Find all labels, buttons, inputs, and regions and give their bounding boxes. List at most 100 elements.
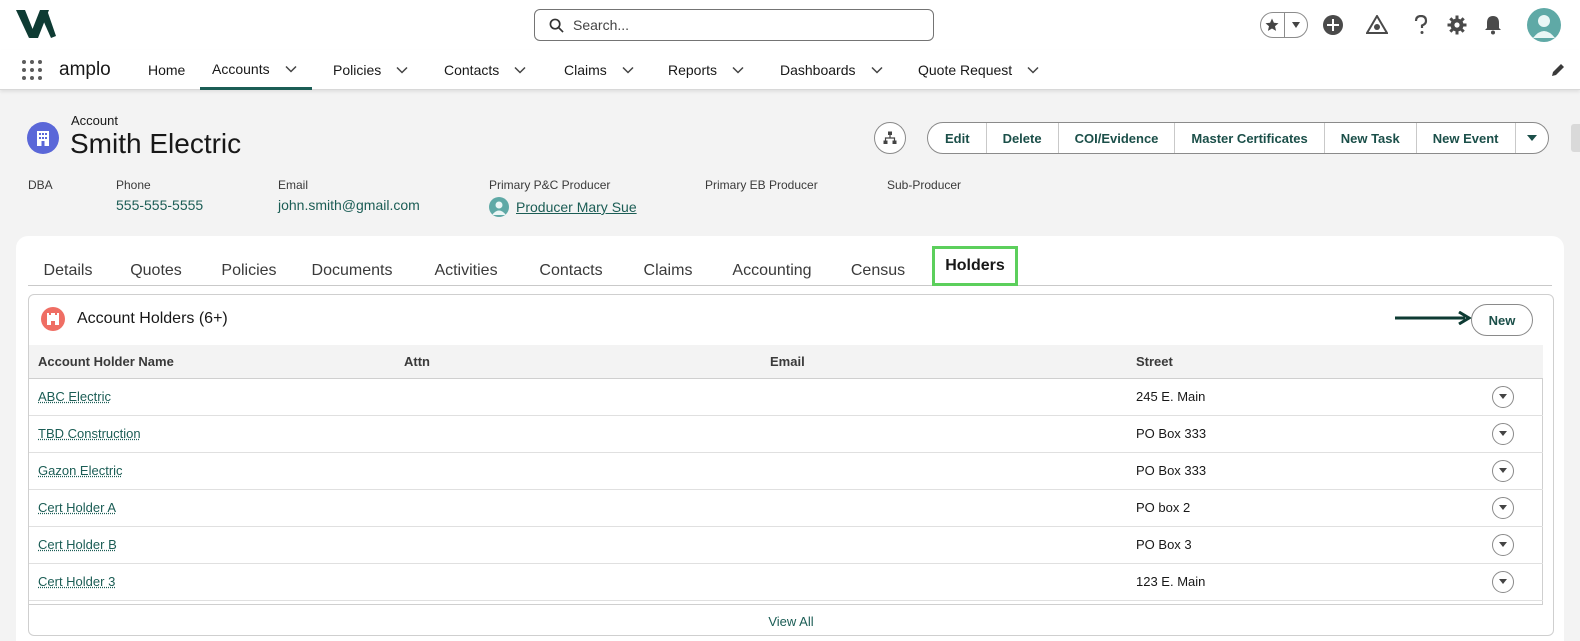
tab-quotes[interactable]: Quotes	[116, 252, 196, 290]
column-header-attn[interactable]: Attn	[395, 345, 761, 379]
app-launcher-icon[interactable]	[20, 58, 44, 82]
new-task-button[interactable]: New Task	[1325, 123, 1417, 153]
chevron-down-icon[interactable]	[284, 62, 298, 76]
table-row: ABC Electric 245 E. Main	[29, 378, 1543, 416]
holder-name-link[interactable]: Cert Holder A	[29, 489, 395, 527]
edit-button[interactable]: Edit	[928, 123, 987, 153]
related-list-title[interactable]: Account Holders (6+)	[77, 310, 228, 328]
user-avatar-icon[interactable]	[1527, 8, 1561, 42]
dba-field: DBA	[28, 178, 53, 197]
star-icon[interactable]	[1261, 13, 1285, 37]
field-label: Phone	[116, 178, 151, 192]
row-actions-menu-icon[interactable]	[1492, 422, 1514, 445]
help-icon[interactable]	[1408, 12, 1434, 38]
row-actions-menu-icon[interactable]	[1492, 459, 1514, 482]
more-actions-button[interactable]	[1516, 123, 1548, 153]
tab-documents[interactable]: Documents	[300, 252, 404, 290]
nav-item-home[interactable]: Home	[148, 50, 185, 90]
view-all-link[interactable]: View All	[29, 605, 1553, 635]
holder-name-link[interactable]: Gazon Electric	[29, 452, 395, 490]
record-type-label: Account	[71, 113, 118, 128]
column-header-email[interactable]: Email	[761, 345, 1127, 379]
edit-nav-pencil-icon[interactable]	[1550, 62, 1566, 78]
nav-item-label: Dashboards	[780, 62, 856, 78]
hierarchy-icon	[883, 131, 897, 144]
notifications-bell-icon[interactable]	[1480, 12, 1506, 38]
nav-item-quote-request[interactable]: Quote Request	[918, 50, 1040, 90]
nav-item-label: Claims	[564, 62, 607, 78]
email-link[interactable]: john.smith@gmail.com	[278, 197, 420, 213]
chevron-down-icon[interactable]	[731, 63, 745, 77]
nav-item-label: Policies	[333, 62, 382, 78]
chevron-down-icon	[1526, 135, 1537, 141]
row-actions-menu-icon[interactable]	[1492, 533, 1514, 556]
row-actions-menu-icon[interactable]	[1492, 570, 1514, 593]
view-hierarchy-button[interactable]	[874, 122, 906, 154]
holders-table: Account Holder Name Attn Email Street AB…	[29, 345, 1543, 601]
holder-street: 123 E. Main	[1127, 563, 1483, 601]
utility-panel-tab[interactable]	[1571, 124, 1580, 152]
chevron-down-icon[interactable]	[513, 63, 527, 77]
nav-item-contacts[interactable]: Contacts	[444, 50, 527, 90]
global-create-icon[interactable]	[1320, 12, 1346, 38]
producer-link[interactable]: Producer Mary Sue	[516, 199, 637, 215]
related-list-header: Account Holders (6+) New	[29, 295, 1553, 345]
chevron-down-icon[interactable]	[621, 63, 635, 77]
record-detail-card: Details Quotes Policies Documents Activi…	[16, 236, 1564, 641]
tab-claims[interactable]: Claims	[632, 252, 704, 290]
gear-icon[interactable]	[1444, 12, 1470, 38]
holder-castle-icon	[41, 307, 65, 331]
tab-details[interactable]: Details	[28, 252, 108, 290]
column-header-name[interactable]: Account Holder Name	[29, 345, 395, 379]
global-search[interactable]	[534, 9, 934, 41]
search-input[interactable]	[573, 17, 903, 33]
app-nav-bar: amplo Home Accounts Policies Contacts Cl…	[0, 50, 1580, 90]
favorites-toggle[interactable]	[1260, 12, 1308, 38]
row-actions-menu-icon[interactable]	[1492, 496, 1514, 519]
holder-name-link[interactable]: ABC Electric	[29, 378, 395, 416]
holder-name-link[interactable]: TBD Construction	[29, 415, 395, 453]
new-event-button[interactable]: New Event	[1417, 123, 1516, 153]
trailhead-icon[interactable]	[1364, 12, 1390, 38]
nav-item-policies[interactable]: Policies	[333, 50, 409, 90]
favorites-menu-icon[interactable]	[1285, 13, 1308, 37]
tab-accounting[interactable]: Accounting	[718, 252, 826, 290]
holder-email	[761, 489, 1127, 527]
tab-policies[interactable]: Policies	[206, 252, 292, 290]
chevron-down-icon[interactable]	[1026, 63, 1040, 77]
nav-item-claims[interactable]: Claims	[564, 50, 635, 90]
field-label: Primary P&C Producer	[489, 178, 611, 192]
holder-name-link[interactable]: Cert Holder 3	[29, 563, 395, 601]
amplo-logo-icon[interactable]	[16, 10, 56, 38]
record-tabs: Details Quotes Policies Documents Activi…	[28, 244, 1552, 286]
tab-activities[interactable]: Activities	[422, 252, 510, 290]
chevron-down-icon[interactable]	[395, 63, 409, 77]
field-label: DBA	[28, 178, 53, 192]
email-field: Email john.smith@gmail.com	[278, 178, 420, 213]
delete-button[interactable]: Delete	[987, 123, 1059, 153]
phone-link[interactable]: 555-555-5555	[116, 197, 203, 213]
nav-item-label: Home	[148, 62, 186, 78]
nav-item-label: Reports	[668, 62, 718, 78]
holder-email	[761, 415, 1127, 453]
master-certificates-button[interactable]: Master Certificates	[1175, 123, 1325, 153]
row-actions-menu-icon[interactable]	[1492, 385, 1514, 408]
tab-holders[interactable]: Holders	[932, 246, 1018, 286]
field-label: Email	[278, 178, 309, 192]
holder-attn	[395, 378, 761, 416]
holder-email	[761, 563, 1127, 601]
coi-evidence-button[interactable]: COI/Evidence	[1059, 123, 1176, 153]
nav-item-reports[interactable]: Reports	[668, 50, 745, 90]
new-holder-button[interactable]: New	[1471, 304, 1533, 336]
table-row: Cert Holder B PO Box 3	[29, 526, 1543, 564]
page-title: Smith Electric	[70, 128, 242, 159]
account-building-icon	[27, 122, 59, 154]
nav-item-accounts[interactable]: Accounts	[200, 50, 312, 90]
nav-item-dashboards[interactable]: Dashboards	[780, 50, 884, 90]
tab-census[interactable]: Census	[840, 252, 916, 290]
tab-contacts[interactable]: Contacts	[528, 252, 614, 290]
holder-attn	[395, 452, 761, 490]
chevron-down-icon[interactable]	[870, 63, 884, 77]
holder-name-link[interactable]: Cert Holder B	[29, 526, 395, 564]
column-header-street[interactable]: Street	[1127, 345, 1483, 379]
